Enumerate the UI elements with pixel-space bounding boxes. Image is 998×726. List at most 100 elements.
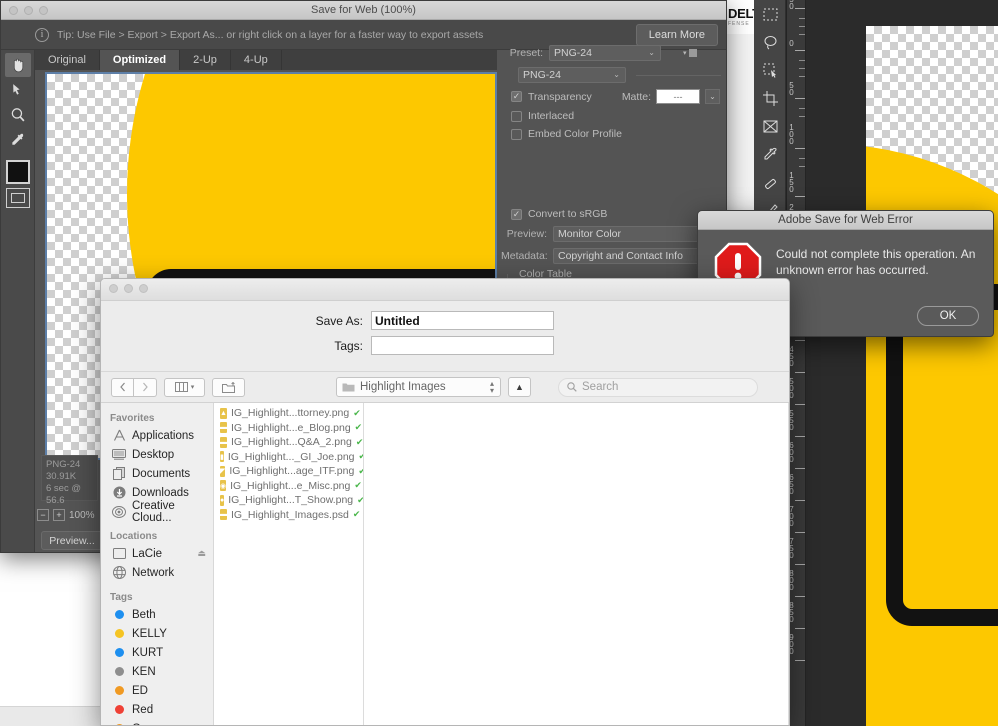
save-dialog-window-controls[interactable] bbox=[109, 284, 148, 293]
tab-2up[interactable]: 2-Up bbox=[180, 50, 231, 70]
preset-select[interactable]: PNG-24 ⌄ bbox=[549, 45, 661, 61]
hand-tool-icon[interactable] bbox=[5, 53, 31, 77]
search-input[interactable]: Search bbox=[558, 377, 758, 397]
slice-select-tool-icon[interactable] bbox=[5, 78, 31, 102]
format-select[interactable]: PNG-24 ⌄ bbox=[518, 67, 626, 83]
maximize-button[interactable] bbox=[39, 6, 48, 15]
sidebar-item-tag-kurt[interactable]: KURT bbox=[101, 643, 213, 662]
sidebar-item-tag-kelly[interactable]: KELLY bbox=[101, 624, 213, 643]
close-button[interactable] bbox=[9, 6, 18, 15]
network-icon bbox=[112, 566, 126, 579]
tag-color-dot bbox=[114, 686, 124, 695]
preview-in-browser-button[interactable]: Preview... bbox=[41, 531, 103, 550]
list-item[interactable]: ▬ IG_Highlight_Images.psd ✔ bbox=[214, 508, 363, 523]
sidebar-item-network[interactable]: Network bbox=[101, 563, 213, 582]
sidebar-item-documents[interactable]: Documents bbox=[101, 464, 213, 483]
sidebar-item-tag-orange[interactable]: Orange bbox=[101, 719, 213, 725]
nav-buttons[interactable] bbox=[111, 377, 157, 397]
embed-color-profile-checkbox[interactable] bbox=[511, 128, 522, 140]
transparency-checkbox[interactable]: ✓ bbox=[511, 91, 522, 102]
list-item[interactable]: ▬ IG_Highlight...Q&A_2.png ✔ bbox=[214, 435, 363, 450]
sidebar-item-desktop[interactable]: Desktop bbox=[101, 445, 213, 464]
learn-more-button[interactable]: Learn More bbox=[635, 24, 718, 46]
eject-icon[interactable]: ⏏ bbox=[197, 548, 206, 559]
interlaced-checkbox[interactable] bbox=[511, 110, 522, 122]
convert-srgb-row[interactable]: ✓ Convert to sRGB bbox=[501, 208, 727, 220]
list-item[interactable]: ▮ IG_Highlight..._GI_Joe.png ✔ bbox=[214, 450, 363, 465]
tip-text: Tip: Use File > Export > Export As... or… bbox=[57, 28, 484, 41]
file-preview-column[interactable] bbox=[364, 403, 789, 725]
window-controls[interactable] bbox=[9, 6, 48, 15]
new-folder-button[interactable] bbox=[212, 377, 245, 397]
photoshop-canvas[interactable] bbox=[866, 26, 998, 726]
toggle-slices-icon[interactable] bbox=[6, 188, 30, 208]
sync-status-icon: ✔ bbox=[353, 407, 361, 418]
file-name: IG_Highlight...T_Show.png bbox=[228, 494, 354, 507]
zoom-tool-icon[interactable] bbox=[5, 103, 31, 127]
sidebar-label: ED bbox=[132, 684, 148, 697]
list-item[interactable]: ▬ IG_Highlight...e_Blog.png ✔ bbox=[214, 421, 363, 436]
sidebar-item-lacie[interactable]: LaCie ⏏ bbox=[101, 544, 213, 563]
zoom-in-button[interactable]: + bbox=[53, 509, 65, 521]
eyedropper-tool-icon[interactable] bbox=[5, 128, 31, 152]
ok-button[interactable]: OK bbox=[917, 306, 979, 326]
marquee-icon[interactable] bbox=[754, 0, 786, 28]
matte-swatch[interactable]: --- bbox=[656, 89, 700, 104]
tag-color-dot bbox=[114, 648, 124, 657]
healing-brush-icon[interactable] bbox=[754, 168, 786, 196]
file-name: IG_Highlight...ttorney.png bbox=[230, 407, 350, 420]
frame-icon[interactable] bbox=[754, 112, 786, 140]
forward-button[interactable] bbox=[134, 377, 157, 397]
stepper-icon[interactable]: ▴ ▾ bbox=[490, 380, 494, 395]
list-item[interactable]: ◉ IG_Highlight...e_Misc.png ✔ bbox=[214, 479, 363, 494]
location-up-button[interactable]: ▲ bbox=[508, 377, 531, 397]
save-file-dialog: Save As: Untitled Tags: ▾ Highlight Imag… bbox=[100, 278, 790, 726]
list-item[interactable]: ◤ IG_Highlight...age_ITF.png ✔ bbox=[214, 464, 363, 479]
tags-input[interactable] bbox=[371, 336, 554, 355]
maximize-button[interactable] bbox=[139, 284, 148, 293]
tab-original[interactable]: Original bbox=[35, 50, 100, 70]
matte-chevron-down-icon[interactable]: ⌄ bbox=[705, 89, 720, 104]
view-mode-button[interactable]: ▾ bbox=[164, 377, 205, 397]
save-as-input[interactable]: Untitled bbox=[371, 311, 554, 330]
sidebar-item-tag-ken[interactable]: KEN bbox=[101, 662, 213, 681]
interlaced-row[interactable]: Interlaced bbox=[501, 110, 727, 122]
crop-icon[interactable] bbox=[754, 84, 786, 112]
sidebar-item-tag-red[interactable]: Red bbox=[101, 700, 213, 719]
save-dialog-toolbar[interactable]: ▾ Highlight Images ▴ ▾ ▲ Search bbox=[101, 371, 789, 402]
sidebar-item-applications[interactable]: Applications bbox=[101, 426, 213, 445]
preview-mode-tabs[interactable]: Original Optimized 2-Up 4-Up bbox=[35, 50, 497, 70]
location-select[interactable]: Highlight Images ▴ ▾ bbox=[336, 377, 501, 397]
preset-menu-button[interactable]: ▾ bbox=[683, 49, 697, 57]
save-for-web-toolbar[interactable] bbox=[1, 50, 35, 552]
file-icon: ▮ bbox=[220, 451, 224, 463]
list-item[interactable]: ● IG_Highlight...T_Show.png ✔ bbox=[214, 493, 363, 508]
quick-select-icon[interactable] bbox=[754, 56, 786, 84]
eyedropper-icon[interactable] bbox=[754, 140, 786, 168]
lasso-icon[interactable] bbox=[754, 28, 786, 56]
desktop-icon bbox=[112, 449, 126, 460]
file-list-column[interactable]: ▲ IG_Highlight...ttorney.png ✔ ▬ IG_High… bbox=[214, 403, 364, 725]
tab-optimized[interactable]: Optimized bbox=[99, 50, 181, 70]
foreground-color-swatch[interactable] bbox=[6, 160, 30, 184]
tab-4up[interactable]: 4-Up bbox=[231, 50, 282, 70]
sidebar-item-tag-beth[interactable]: Beth bbox=[101, 605, 213, 624]
minimize-button[interactable] bbox=[124, 284, 133, 293]
save-dialog-browser: Favorites Applications Desktop Documents bbox=[101, 402, 789, 725]
minimize-button[interactable] bbox=[24, 6, 33, 15]
list-item[interactable]: ▲ IG_Highlight...ttorney.png ✔ bbox=[214, 406, 363, 421]
embed-profile-row[interactable]: Embed Color Profile bbox=[501, 128, 727, 140]
back-button[interactable] bbox=[111, 377, 134, 397]
close-button[interactable] bbox=[109, 284, 118, 293]
zoom-out-button[interactable]: − bbox=[37, 509, 49, 521]
divider bbox=[636, 74, 721, 76]
info-filesize: 30.91K bbox=[46, 471, 77, 482]
transparency-row[interactable]: ✓ Transparency Matte: --- ⌄ bbox=[501, 89, 727, 104]
interlaced-label: Interlaced bbox=[528, 110, 575, 122]
search-icon bbox=[567, 382, 577, 392]
dialog-sidebar[interactable]: Favorites Applications Desktop Documents bbox=[101, 403, 214, 725]
convert-to-srgb-checkbox[interactable]: ✓ bbox=[511, 208, 522, 220]
sidebar-item-tag-ed[interactable]: ED bbox=[101, 681, 213, 700]
documents-icon bbox=[112, 467, 126, 480]
sidebar-item-creative-cloud[interactable]: Creative Cloud... bbox=[101, 500, 213, 524]
